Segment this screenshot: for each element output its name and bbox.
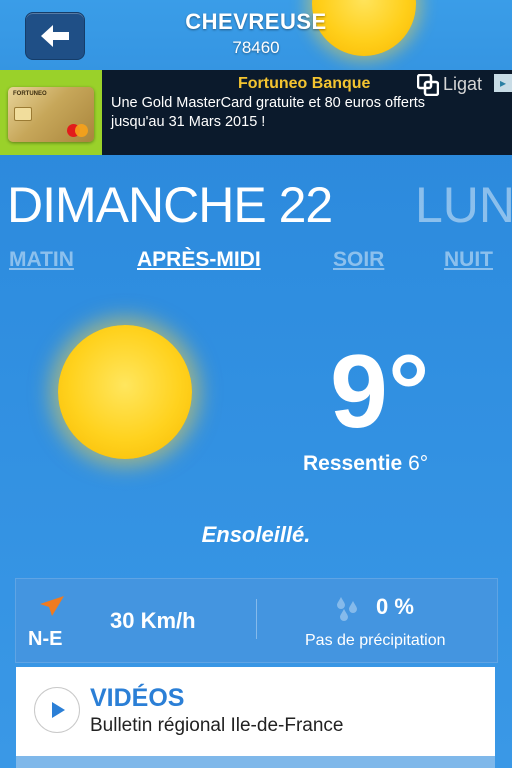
feels-like-label: Ressentie	[303, 452, 403, 475]
city-name: CHEVREUSE	[185, 9, 327, 34]
mastercard-logo-icon	[67, 124, 89, 137]
tab-nuit[interactable]: NUIT	[444, 248, 493, 272]
divider	[256, 599, 257, 639]
ad-network-logo: Ligat ▸	[417, 72, 512, 98]
tab-apres-midi[interactable]: APRÈS-MIDI	[137, 248, 261, 272]
videos-title: VIDÉOS	[90, 684, 185, 712]
ad-banner[interactable]: FORTUNEO Fortuneo Banque Une Gold Master…	[0, 70, 512, 155]
current-day[interactable]: DIMANCHE 22	[7, 176, 333, 234]
play-button[interactable]	[34, 687, 80, 733]
precipitation-label: Pas de précipitation	[305, 632, 446, 649]
conditions-panel: N-E 30 Km/h 0 % Pas de précipitation	[15, 578, 498, 663]
zip-code: 78460	[232, 38, 280, 57]
video-thumbnail-strip	[16, 756, 495, 768]
ad-title: Fortuneo Banque	[238, 75, 371, 92]
feels-like-value: 6°	[408, 452, 429, 475]
play-icon	[52, 702, 65, 718]
videos-card[interactable]: VIDÉOS Bulletin régional Ile-de-France	[16, 667, 495, 768]
header-bar: CHEVREUSE 78460	[0, 0, 512, 70]
wind-direction-arrow-icon	[40, 596, 64, 616]
card-chip	[14, 107, 32, 121]
videos-subtitle: Bulletin régional Ile-de-France	[90, 715, 344, 736]
ad-choices-icon[interactable]: ▸	[494, 74, 512, 92]
card-brand: FORTUNEO	[13, 91, 47, 97]
sun-icon	[58, 325, 192, 459]
ad-text: Une Gold MasterCard gratuite et 80 euros…	[111, 95, 426, 130]
day-selector[interactable]: DIMANCHE 22 LUN	[0, 170, 512, 240]
feels-like: Ressentie 6°	[303, 452, 428, 476]
raindrops-icon	[337, 597, 357, 621]
temperature: 9°	[330, 334, 430, 450]
tab-soir[interactable]: SOIR	[333, 248, 384, 272]
wind-direction: N-E	[28, 628, 63, 650]
ligatus-logo-icon	[417, 74, 439, 96]
ad-image: FORTUNEO	[0, 70, 102, 155]
wind-speed: 30 Km/h	[110, 608, 196, 633]
next-day[interactable]: LUN	[415, 176, 512, 234]
period-tabs: MATIN APRÈS-MIDI SOIR NUIT	[0, 248, 512, 280]
ad-network-name: Ligat	[443, 74, 483, 94]
tab-matin[interactable]: MATIN	[9, 248, 74, 272]
precipitation-percent: 0 %	[376, 594, 414, 619]
credit-card-image: FORTUNEO	[8, 87, 94, 142]
weather-condition: Ensoleillé.	[201, 522, 311, 547]
